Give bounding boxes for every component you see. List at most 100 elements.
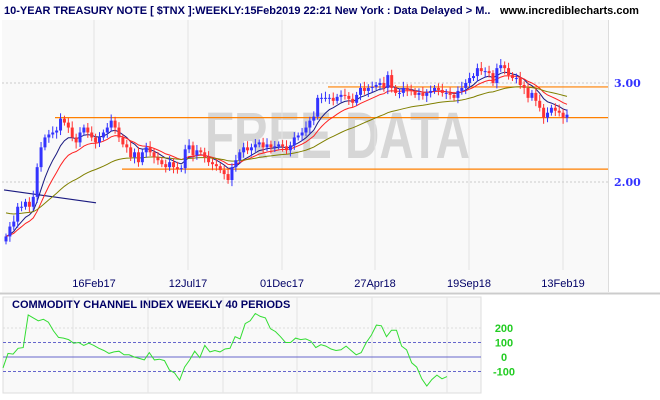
candle-body xyxy=(27,201,31,207)
candle-body xyxy=(292,137,296,146)
candle-body xyxy=(152,152,156,158)
candle-body xyxy=(429,90,433,93)
candle-body xyxy=(386,75,390,88)
candle-body xyxy=(436,87,440,90)
candle-body xyxy=(405,87,409,90)
candle-body xyxy=(394,87,398,93)
candle-body xyxy=(199,150,203,153)
price-tick-label: 3.00 xyxy=(614,77,641,90)
candle-body xyxy=(90,132,94,138)
date-tick-label: 16Feb17 xyxy=(72,278,115,290)
candle-body xyxy=(285,146,288,151)
candle-body xyxy=(339,94,343,97)
candle-body xyxy=(121,137,125,145)
candle-body xyxy=(546,112,550,118)
candle-body xyxy=(553,107,557,111)
candle-body xyxy=(86,127,90,133)
candle-body xyxy=(242,147,246,153)
candle-body xyxy=(269,144,273,148)
candle-body xyxy=(507,68,511,76)
candle-body xyxy=(335,96,339,101)
candle-body xyxy=(23,201,27,207)
candle-body xyxy=(113,120,117,128)
candle-body xyxy=(144,147,148,153)
candle-body xyxy=(51,132,55,135)
candle-body xyxy=(526,87,530,98)
candle-body xyxy=(195,150,199,156)
site-link[interactable]: www.incrediblecharts.com xyxy=(499,5,639,17)
candle-body xyxy=(214,164,218,167)
candle-body xyxy=(491,73,495,83)
price-tick-label: 2.00 xyxy=(614,176,641,189)
candle-body xyxy=(499,65,503,69)
candle-body xyxy=(320,97,324,99)
candle-body xyxy=(148,147,152,153)
candle-body xyxy=(222,170,226,175)
candle-body xyxy=(281,144,285,147)
candle-body xyxy=(168,162,172,168)
candle-body xyxy=(39,147,43,168)
candle-body xyxy=(187,145,191,150)
candle-body xyxy=(518,78,522,85)
candle-body xyxy=(43,137,47,148)
date-tick-label: 13Feb19 xyxy=(541,278,584,290)
candle-body xyxy=(203,152,207,158)
candle-body xyxy=(397,92,401,94)
candle-body xyxy=(55,130,59,133)
candle-body xyxy=(460,87,464,91)
candle-body xyxy=(101,132,105,138)
candle-body xyxy=(207,157,211,163)
chart-title: 10-YEAR TREASURY NOTE [ $TNX ]:WEEKLY:15… xyxy=(4,5,491,17)
candle-body xyxy=(129,147,133,158)
candle-body xyxy=(347,95,351,99)
candle-body xyxy=(549,107,553,113)
candle-body xyxy=(534,92,538,101)
candle-body xyxy=(355,94,359,103)
candle-body xyxy=(156,157,160,161)
candle-body xyxy=(253,144,257,148)
candle-body xyxy=(401,87,405,93)
candle-body xyxy=(316,97,320,117)
candle-body xyxy=(538,100,542,108)
candle-body xyxy=(59,118,63,131)
cci-tick-label: 100 xyxy=(495,338,513,350)
candle-body xyxy=(82,127,86,133)
candle-body xyxy=(304,127,308,133)
candle-body xyxy=(362,87,366,91)
candle-body xyxy=(323,97,327,99)
candle-body xyxy=(308,120,312,128)
candle-body xyxy=(370,86,374,88)
candle-body xyxy=(366,87,370,91)
candle-body xyxy=(374,84,378,87)
candle-body xyxy=(238,152,242,161)
candle-body xyxy=(8,226,12,237)
candle-body xyxy=(561,112,565,118)
candle-body xyxy=(557,110,561,113)
date-tick-label: 12Jul17 xyxy=(169,278,208,290)
candle-body xyxy=(125,144,129,148)
candle-body xyxy=(31,196,35,207)
candle-body xyxy=(210,162,214,165)
candle-body xyxy=(514,78,518,80)
candle-body xyxy=(475,68,479,77)
candle-body xyxy=(94,137,98,143)
candle-body xyxy=(246,147,250,151)
candle-body xyxy=(452,94,456,98)
candle-body xyxy=(35,167,39,197)
candle-body xyxy=(257,142,261,145)
candle-body xyxy=(503,65,507,69)
date-tick-label: 27Apr18 xyxy=(354,278,396,290)
candle-body xyxy=(277,144,281,147)
candle-body xyxy=(390,75,394,88)
cci-tick-label: -100 xyxy=(493,367,515,379)
cci-title: COMMODITY CHANNEL INDEX WEEKLY 40 PERIOD… xyxy=(12,299,290,311)
candle-body xyxy=(175,167,179,170)
candle-body xyxy=(66,122,70,128)
candle-body xyxy=(133,152,137,158)
candle-body xyxy=(530,92,534,98)
candle-body xyxy=(456,90,460,98)
candle-body xyxy=(409,89,413,91)
candle-body xyxy=(74,137,78,143)
candle-body xyxy=(172,162,176,168)
candle-body xyxy=(421,92,425,96)
